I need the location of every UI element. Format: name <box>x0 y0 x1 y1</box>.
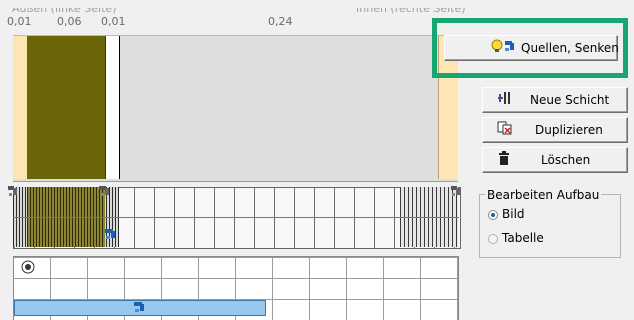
tap-icon[interactable] <box>450 184 462 198</box>
delete-button[interactable]: Löschen <box>482 147 628 173</box>
tap-icon[interactable] <box>104 227 118 241</box>
duplicate-label: Duplizieren <box>535 123 603 137</box>
edit-layout-group <box>479 194 621 258</box>
scale-tick-2: 0,06 <box>57 15 82 28</box>
scale-tick-1: 0,01 <box>7 15 32 28</box>
delete-label: Löschen <box>541 153 591 167</box>
outside-label: Außen (linke Seite) <box>12 2 117 15</box>
edit-layout-title: Bearbeiten Aufbau <box>485 188 602 202</box>
new-layer-label: Neue Schicht <box>530 93 610 107</box>
target-icon[interactable] <box>21 260 35 274</box>
radio-image-label[interactable]: Bild <box>502 207 525 221</box>
highlight-frame <box>432 18 628 78</box>
outside-surface-strip <box>13 36 28 179</box>
layer-insulation[interactable] <box>27 36 106 179</box>
trash-icon <box>497 151 511 169</box>
inside-label: Innen (rechte Seite) <box>356 2 466 15</box>
radio-image[interactable] <box>488 210 498 220</box>
tap-icon[interactable] <box>7 184 19 198</box>
scale-tick-4: 0,24 <box>268 15 293 28</box>
duplicate-button[interactable]: Duplizieren <box>482 117 628 143</box>
radio-table-label[interactable]: Tabelle <box>502 231 544 245</box>
mesh-divider <box>13 217 459 218</box>
radio-selected-dot <box>491 213 495 217</box>
tap-icon[interactable] <box>133 300 147 314</box>
duplicate-icon <box>497 121 513 139</box>
layer-thin[interactable] <box>106 36 120 179</box>
radio-table[interactable] <box>488 234 498 244</box>
insert-layer-icon <box>497 91 513 109</box>
new-layer-button[interactable]: Neue Schicht <box>482 87 628 113</box>
tap-icon[interactable] <box>98 184 112 198</box>
scale-tick-3: 0,01 <box>101 15 126 28</box>
